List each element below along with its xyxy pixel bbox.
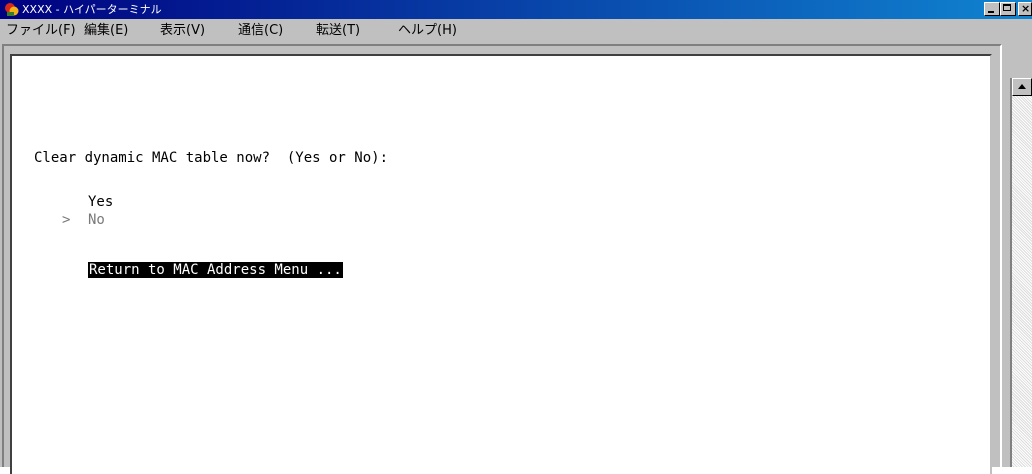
- return-to-mac-address-menu[interactable]: Return to MAC Address Menu ...: [88, 262, 343, 278]
- menu-bar: ファイル(F) 編集(E) 表示(V) 通信(C) 転送(T) ヘルプ(H): [0, 19, 1032, 41]
- clear-mac-prompt: Clear dynamic MAC table now? (Yes or No)…: [34, 150, 389, 166]
- hyperterminal-app-icon: [5, 3, 19, 16]
- scroll-up-button[interactable]: [1012, 78, 1032, 96]
- arrow-up-icon: [1018, 84, 1026, 89]
- menu-edit[interactable]: 編集(E): [84, 23, 128, 39]
- terminal-frame: [2, 44, 1002, 474]
- maximize-button[interactable]: [1000, 2, 1016, 16]
- window-title: XXXX - ハイパーターミナル: [22, 3, 162, 16]
- option-yes[interactable]: Yes: [88, 194, 113, 210]
- minimize-button[interactable]: [984, 2, 1000, 16]
- menu-view[interactable]: 表示(V): [160, 23, 205, 39]
- menu-file[interactable]: ファイル(F): [6, 23, 76, 39]
- minimize-icon: [988, 11, 994, 13]
- vertical-scrollbar[interactable]: [1012, 78, 1032, 467]
- menu-communication[interactable]: 通信(C): [238, 23, 283, 39]
- close-icon: ×: [1021, 2, 1031, 15]
- close-button[interactable]: ×: [1018, 2, 1032, 16]
- title-bar[interactable]: XXXX - ハイパーターミナル ×: [0, 0, 1032, 19]
- menu-help[interactable]: ヘルプ(H): [398, 23, 457, 39]
- selection-cursor: >: [62, 212, 71, 228]
- menu-transfer[interactable]: 転送(T): [316, 23, 360, 39]
- maximize-icon: [1003, 4, 1011, 11]
- option-no[interactable]: No: [88, 212, 105, 228]
